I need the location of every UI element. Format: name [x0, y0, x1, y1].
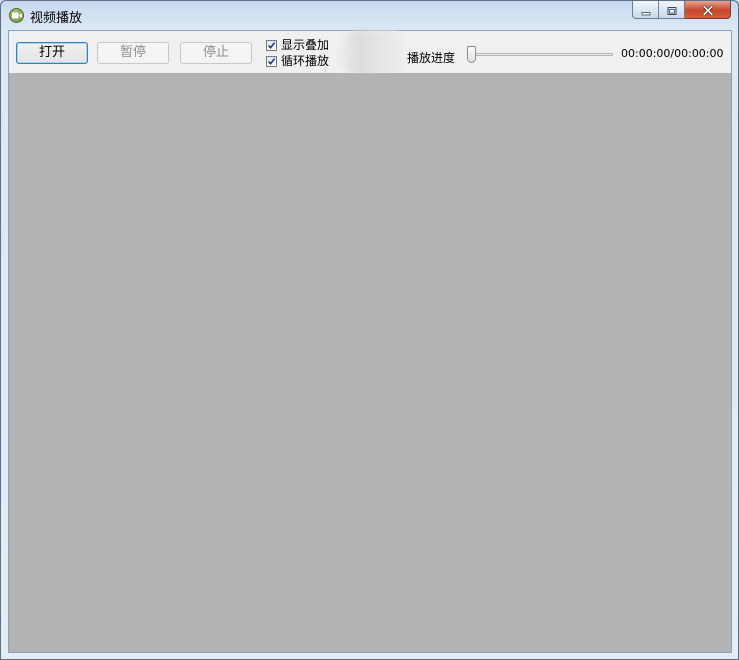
loop-play-checkbox[interactable] — [266, 55, 277, 67]
obscured-region — [337, 31, 411, 75]
checkmark-icon — [267, 41, 276, 49]
loop-play-option[interactable]: 循环播放 — [266, 54, 329, 68]
show-overlay-label: 显示叠加 — [281, 38, 330, 52]
progress-slider-track[interactable] — [468, 53, 613, 56]
checkmark-icon — [267, 57, 276, 65]
title-bar[interactable]: 视频播放 — [1, 1, 738, 30]
progress-slider-thumb[interactable] — [467, 46, 476, 63]
progress-label: 播放进度 — [407, 51, 456, 65]
stop-button[interactable]: 停止 — [180, 42, 252, 64]
client-area: 打开 暂停 停止 显示叠加 循环播放 播放进度 00:00:00/00:00:0… — [8, 30, 732, 653]
video-player-window: 视频播放 打开 暂停 停止 显示叠加 循环播放 播放进度 00:00:00/00… — [0, 0, 739, 660]
window-title: 视频播放 — [30, 11, 83, 26]
video-camera-icon — [9, 8, 24, 23]
maximize-icon — [667, 0, 677, 19]
time-display: 00:00:00/00:00:00 — [621, 47, 724, 60]
show-overlay-checkbox[interactable] — [266, 39, 277, 51]
caption-buttons — [632, 1, 731, 20]
minimize-button[interactable] — [632, 1, 659, 19]
toolbar: 打开 暂停 停止 显示叠加 循环播放 播放进度 00:00:00/00:00:0… — [9, 31, 731, 75]
loop-play-label: 循环播放 — [281, 54, 330, 68]
show-overlay-option[interactable]: 显示叠加 — [266, 38, 329, 52]
video-display-area[interactable] — [9, 73, 731, 652]
maximize-button[interactable] — [659, 1, 685, 19]
close-icon — [702, 0, 714, 19]
minimize-icon — [641, 0, 651, 19]
pause-button[interactable]: 暂停 — [97, 42, 169, 64]
close-button[interactable] — [685, 1, 731, 19]
open-button[interactable]: 打开 — [16, 42, 88, 64]
